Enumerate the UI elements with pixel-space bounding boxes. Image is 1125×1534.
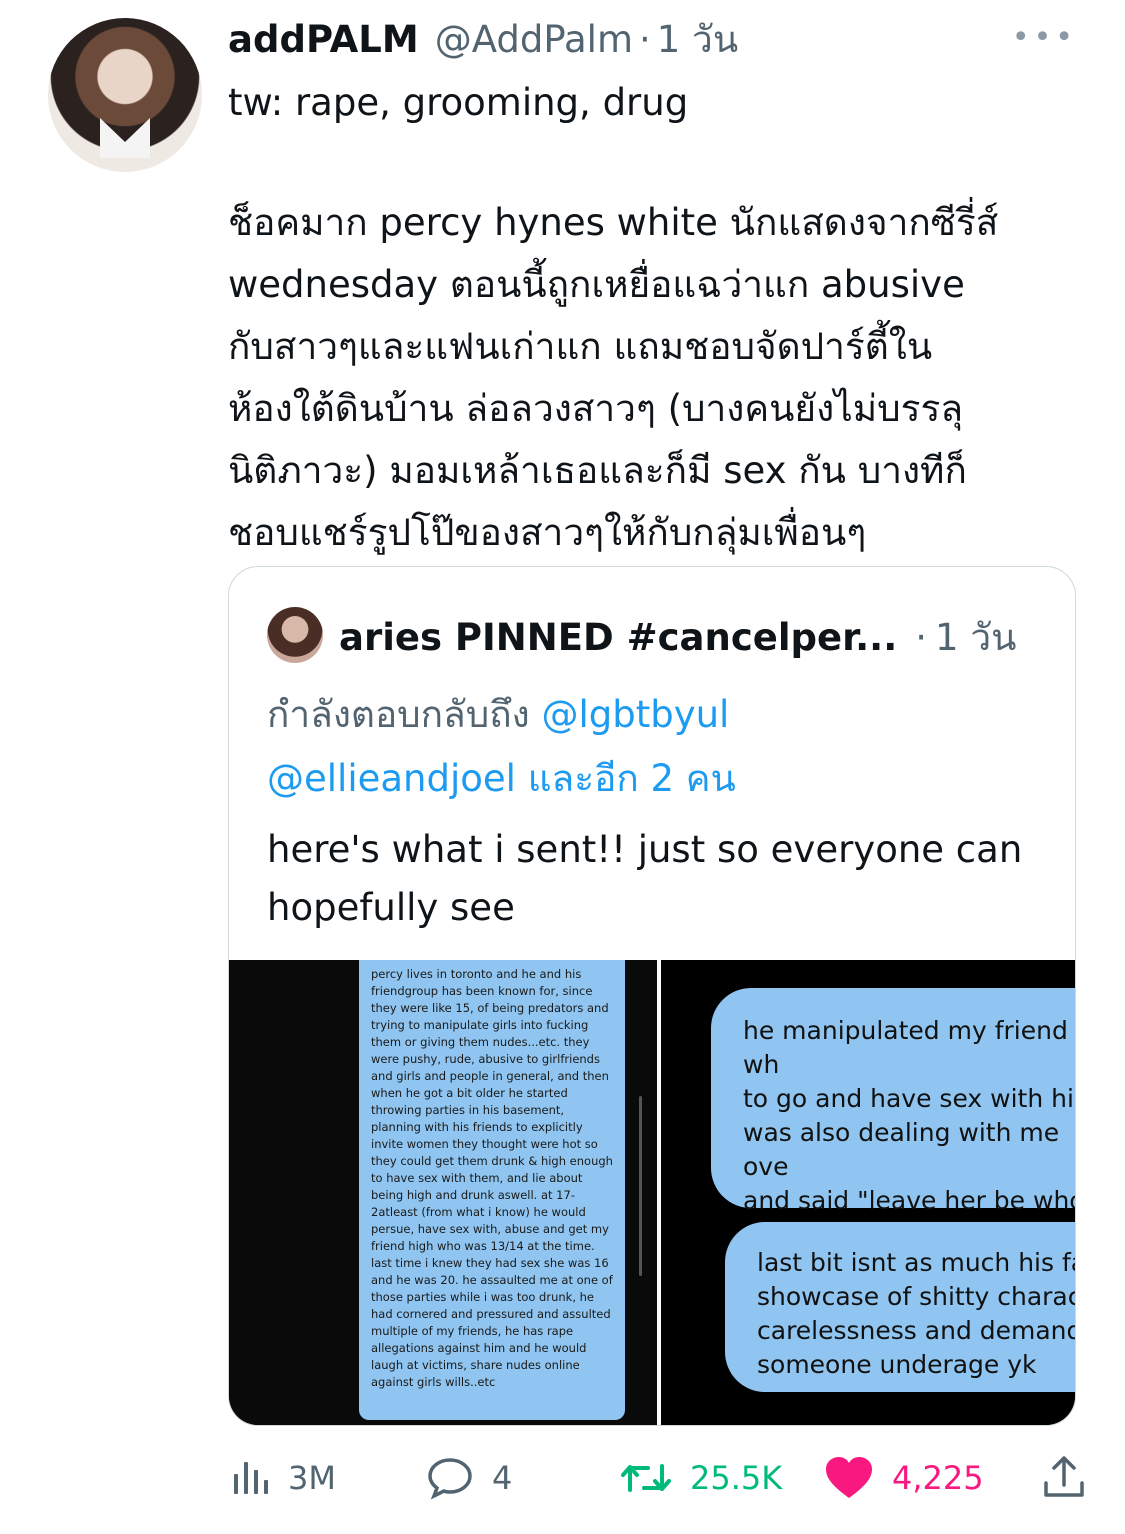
media-image-left[interactable]: percy lives in toronto and he and his fr… (229, 960, 657, 1425)
chat-bubble: he manipulated my friend wh to go and ha… (711, 988, 1075, 1283)
retweet-button[interactable]: 25.5K (620, 1448, 782, 1508)
others-count-link[interactable]: และอีก 2 คน (528, 757, 736, 800)
author-name[interactable]: addPALM (228, 18, 419, 61)
quoted-tweet-text: here's what i sent!! just so everyone ca… (267, 828, 1023, 929)
quoted-author-name: aries PINNED #cancelper... (339, 615, 898, 659)
quoted-media[interactable]: percy lives in toronto and he and his fr… (229, 960, 1075, 1425)
replying-to: กำลังตอบกลับถึง @lgbtbyul @ellieandjoel … (267, 683, 1047, 811)
more-options-icon[interactable]: ••• (1012, 20, 1077, 55)
tweet-actions: 3M 4 25.5K 4,225 (228, 1448, 1088, 1508)
reply-button[interactable]: 4 (426, 1448, 512, 1508)
tweet-header: addPALM @AddPalm · 1 วัน (228, 14, 738, 64)
views-count: 3M (288, 1459, 336, 1497)
reply-count: 4 (492, 1459, 513, 1497)
views-button[interactable]: 3M (230, 1448, 336, 1508)
mention-link[interactable]: @ellieandjoel (267, 757, 516, 800)
tweet-text-warning: tw: rape, grooming, drug (228, 81, 689, 124)
reply-icon (426, 1456, 474, 1500)
chat-bubble: last bit isnt as much his fau showcase o… (725, 1222, 1075, 1392)
like-count: 4,225 (892, 1459, 984, 1497)
like-button[interactable]: 4,225 (824, 1448, 984, 1508)
views-icon (230, 1458, 270, 1498)
media-image-right[interactable]: he manipulated my friend wh to go and ha… (661, 960, 1075, 1425)
retweet-icon (620, 1456, 672, 1500)
tweet-timestamp[interactable]: 1 วัน (657, 10, 738, 69)
author-avatar[interactable] (48, 18, 202, 172)
chat-bubble: percy lives in toronto and he and his fr… (359, 960, 625, 1420)
quoted-author-avatar (267, 607, 323, 663)
replying-to-label: กำลังตอบกลับถึง (267, 693, 530, 736)
scroll-indicator (639, 1096, 642, 1276)
separator-dot: · (638, 17, 651, 61)
share-icon (1042, 1455, 1086, 1501)
heart-icon (824, 1456, 874, 1500)
share-button[interactable] (1042, 1448, 1086, 1508)
mention-link[interactable]: @lgbtbyul (541, 693, 729, 736)
retweet-count: 25.5K (690, 1459, 783, 1497)
separator-dot: · (915, 615, 928, 659)
tweet-text-body: ช็อคมาก percy hynes white นักแสดงจากซีรี… (228, 201, 999, 554)
quoted-timestamp: 1 วัน (935, 615, 1017, 659)
quoted-tweet-header: aries PINNED #cancelper... · 1 วัน (339, 609, 1016, 665)
quoted-tweet[interactable]: aries PINNED #cancelper... · 1 วัน กำลัง… (228, 566, 1076, 1426)
author-handle[interactable]: @AddPalm (435, 18, 633, 61)
